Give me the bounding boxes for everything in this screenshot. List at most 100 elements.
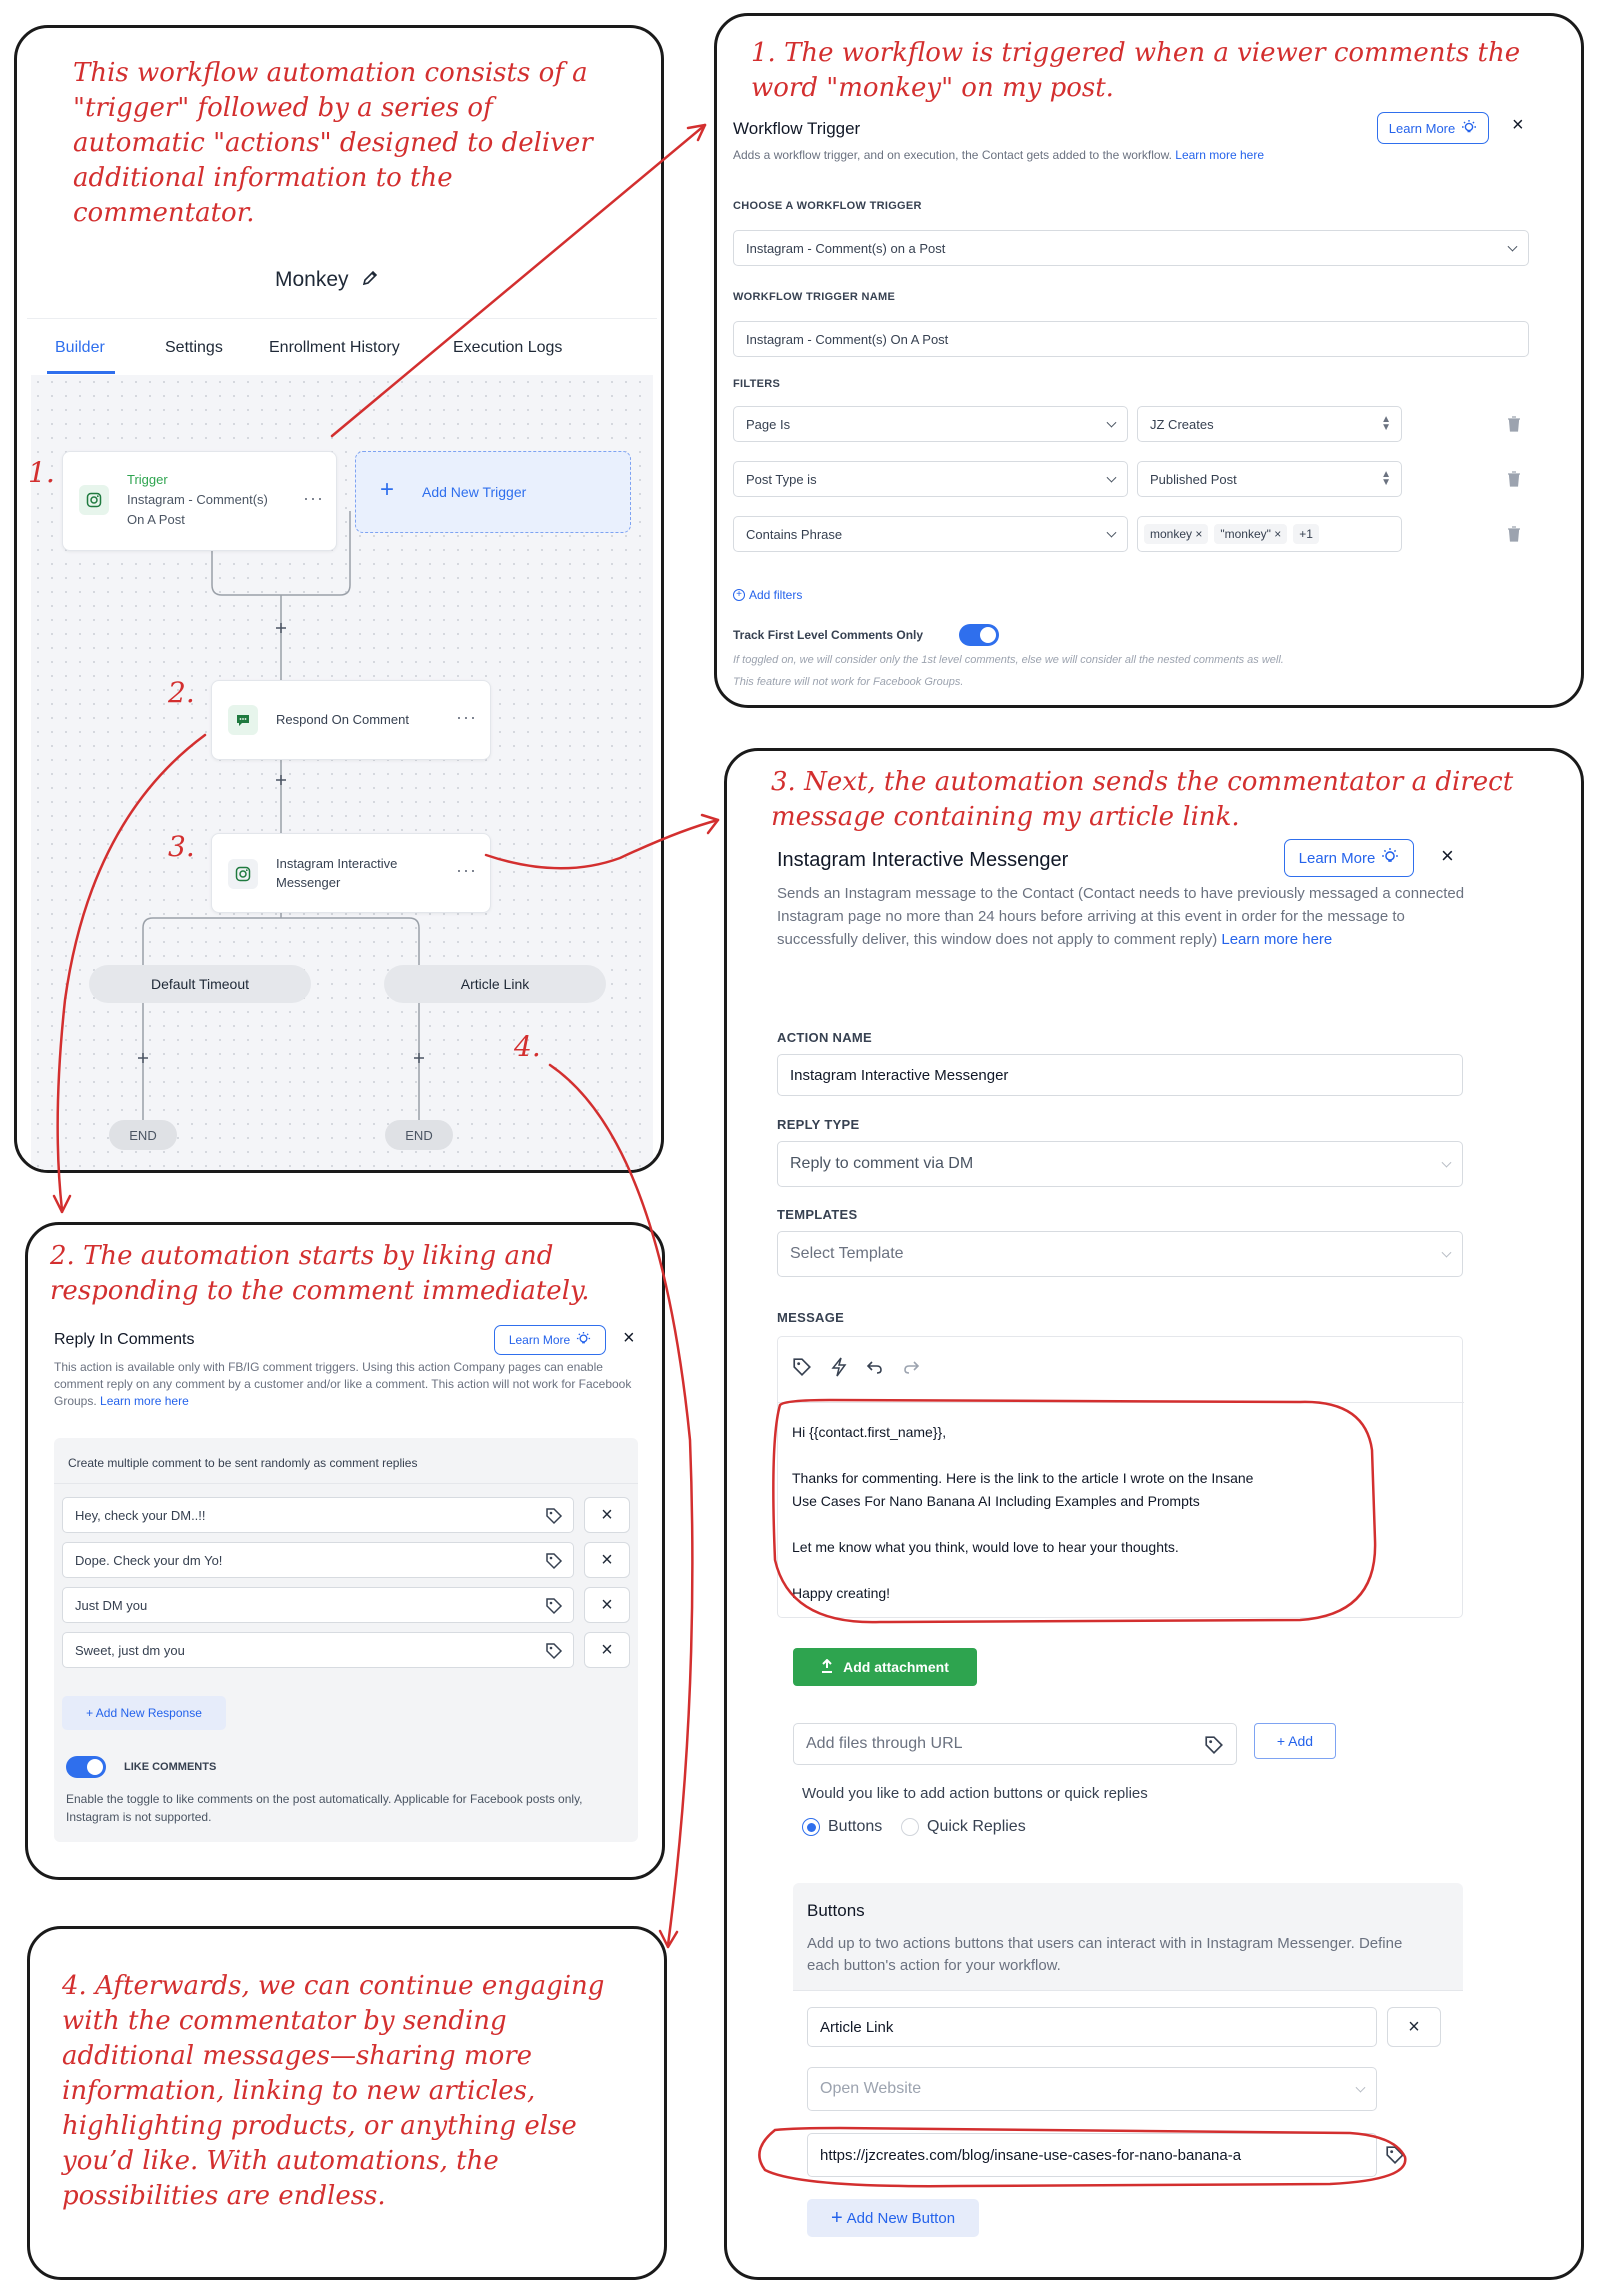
filter-value-post-type[interactable]: Published Post ▲ ▼ bbox=[1137, 461, 1402, 497]
responses-box: Create multiple comment to be sent rando… bbox=[54, 1438, 638, 1842]
respond-on-comment-node[interactable]: Respond On Comment ··· bbox=[211, 680, 491, 760]
response-input[interactable]: Hey, check your DM..!! bbox=[62, 1497, 574, 1533]
url-add-button[interactable]: + Add bbox=[1254, 1723, 1336, 1759]
reply-type-select[interactable]: Reply to comment via DM bbox=[777, 1141, 1463, 1187]
more-icon[interactable]: ··· bbox=[456, 860, 477, 881]
filter-field-contains[interactable]: Contains Phrase bbox=[733, 516, 1128, 552]
learn-more-button[interactable]: Learn More bbox=[494, 1325, 606, 1355]
redo-icon[interactable] bbox=[902, 1358, 920, 1381]
responses-box-header: Create multiple comment to be sent rando… bbox=[54, 1438, 638, 1484]
filter-field-page-value: Page Is bbox=[746, 416, 791, 432]
instagram-messenger-node[interactable]: Instagram Interactive Messenger ··· bbox=[211, 833, 491, 913]
message-line: Use Cases For Nano Banana AI Including E… bbox=[792, 1493, 1200, 1509]
url-input[interactable]: Add files through URL bbox=[793, 1723, 1237, 1765]
more-icon[interactable]: ··· bbox=[456, 707, 477, 728]
like-comments-toggle[interactable] bbox=[66, 1756, 106, 1778]
tag-more[interactable]: +1 bbox=[1293, 524, 1319, 544]
lightning-icon[interactable] bbox=[830, 1357, 848, 1382]
message-line: Thanks for commenting. Here is the link … bbox=[792, 1470, 1254, 1486]
filter-value-contains[interactable]: monkey × "monkey" × +1 bbox=[1137, 516, 1402, 552]
add-attachment-button[interactable]: Add attachment bbox=[793, 1648, 977, 1686]
radio-quick-replies[interactable]: Quick Replies bbox=[901, 1818, 1026, 1836]
response-input[interactable]: Just DM you bbox=[62, 1587, 574, 1623]
branch-article-link[interactable]: Article Link bbox=[384, 965, 606, 1003]
track-first-level-toggle[interactable] bbox=[959, 624, 999, 646]
button-action-value: Open Website bbox=[820, 2080, 922, 2097]
tab-execution-logs[interactable]: Execution Logs bbox=[453, 339, 562, 357]
response-text: Dope. Check your dm Yo! bbox=[75, 1552, 223, 1568]
tab-enrollment-history[interactable]: Enrollment History bbox=[269, 339, 400, 357]
branch-default-timeout[interactable]: Default Timeout bbox=[89, 965, 311, 1003]
trigger-card[interactable]: Trigger Instagram - Comment(s) On A Post… bbox=[62, 451, 337, 551]
tab-builder[interactable]: Builder bbox=[55, 339, 105, 357]
remove-response-button[interactable]: × bbox=[584, 1497, 630, 1533]
remove-response-button[interactable]: × bbox=[584, 1587, 630, 1623]
tag-icon[interactable] bbox=[1385, 2145, 1405, 2170]
button-action-select[interactable]: Open Website bbox=[807, 2067, 1377, 2111]
more-icon[interactable]: ··· bbox=[303, 488, 324, 509]
pencil-icon[interactable] bbox=[361, 269, 379, 292]
tag-icon[interactable] bbox=[545, 1642, 563, 1663]
trigger-panel: 1. The workflow is triggered when a view… bbox=[714, 13, 1584, 708]
chevron-down-icon bbox=[1355, 2082, 1366, 2093]
reply-panel: 2. The automation starts by liking and r… bbox=[25, 1222, 665, 1880]
buttons-inner: Article Link × Open Website https://jzcr… bbox=[793, 1990, 1463, 2273]
filter-field-post-type[interactable]: Post Type is bbox=[733, 461, 1128, 497]
tab-settings[interactable]: Settings bbox=[165, 339, 223, 357]
tag-icon[interactable] bbox=[545, 1597, 563, 1618]
message-line: Let me know what you think, would love t… bbox=[792, 1539, 1179, 1555]
trash-icon[interactable] bbox=[1507, 416, 1521, 432]
learn-more-button[interactable]: Learn More bbox=[1284, 839, 1414, 877]
tag-icon[interactable] bbox=[792, 1357, 812, 1382]
button-name-input[interactable]: Article Link bbox=[807, 2007, 1377, 2047]
step4-panel: 4. Afterwards, we can continue engaging … bbox=[27, 1926, 667, 2280]
buttons-desc: Add up to two actions buttons that users… bbox=[807, 1935, 1403, 1974]
tag-icon[interactable] bbox=[545, 1507, 563, 1528]
learn-more-label: Learn More bbox=[508, 1333, 571, 1347]
instagram-icon bbox=[79, 485, 109, 515]
learn-more-label: Learn More bbox=[1388, 120, 1456, 136]
trigger-desc-link[interactable]: Learn more here bbox=[1175, 148, 1264, 162]
tag-chip[interactable]: "monkey" × bbox=[1214, 524, 1288, 544]
marker-1: 1. bbox=[28, 456, 55, 489]
templates-select[interactable]: Select Template bbox=[777, 1231, 1463, 1277]
message-editor[interactable]: Hi {{contact.first_name}}, Thanks for co… bbox=[777, 1336, 1464, 1618]
filter-value-page[interactable]: JZ Creates ▲ ▼ bbox=[1137, 406, 1402, 442]
add-new-response-button[interactable]: + Add New Response bbox=[62, 1696, 226, 1730]
close-icon[interactable]: × bbox=[623, 1327, 635, 1350]
trigger-name-input[interactable]: Instagram - Comment(s) On A Post bbox=[733, 321, 1529, 357]
builder-panel: This workflow automation consists of a "… bbox=[14, 25, 664, 1173]
add-new-button[interactable]: + Add New Button bbox=[807, 2199, 979, 2237]
filter-field-post-type-value: Post Type is bbox=[746, 471, 817, 487]
response-input[interactable]: Sweet, just dm you bbox=[62, 1632, 574, 1668]
remove-response-button[interactable]: × bbox=[584, 1542, 630, 1578]
add-filters-link[interactable]: + Add filters bbox=[733, 588, 802, 602]
tag-chip[interactable]: monkey × bbox=[1144, 524, 1209, 544]
response-input[interactable]: Dope. Check your dm Yo! bbox=[62, 1542, 574, 1578]
trash-icon[interactable] bbox=[1507, 471, 1521, 487]
remove-response-button[interactable]: × bbox=[584, 1632, 630, 1668]
radio-buttons[interactable]: Buttons bbox=[802, 1818, 882, 1836]
choose-trigger-select[interactable]: Instagram - Comment(s) on a Post bbox=[733, 230, 1529, 266]
learn-more-button[interactable]: Learn More bbox=[1377, 112, 1489, 144]
filter-field-page[interactable]: Page Is bbox=[733, 406, 1128, 442]
close-icon[interactable]: × bbox=[1512, 114, 1524, 137]
upload-icon bbox=[821, 1658, 833, 1676]
reply-type-value: Reply to comment via DM bbox=[790, 1155, 974, 1172]
step1-note: 1. The workflow is triggered when a view… bbox=[751, 38, 1521, 103]
close-icon[interactable]: × bbox=[1441, 843, 1454, 869]
messenger-node-line2: Messenger bbox=[276, 875, 341, 890]
undo-icon[interactable] bbox=[866, 1358, 884, 1381]
button-url-input[interactable]: https://jzcreates.com/blog/insane-use-ca… bbox=[807, 2133, 1377, 2177]
tag-icon[interactable] bbox=[545, 1552, 563, 1573]
add-new-trigger[interactable]: + Add New Trigger bbox=[355, 451, 631, 533]
action-name-input[interactable]: Instagram Interactive Messenger bbox=[777, 1054, 1463, 1096]
reply-desc-link[interactable]: Learn more here bbox=[100, 1394, 189, 1408]
remove-button-button[interactable]: × bbox=[1387, 2007, 1441, 2047]
templates-placeholder: Select Template bbox=[790, 1245, 904, 1262]
message-label: MESSAGE bbox=[777, 1310, 845, 1325]
buttons-title: Buttons bbox=[807, 1901, 865, 1920]
messenger-desc-link[interactable]: Learn more here bbox=[1221, 931, 1332, 948]
tag-icon[interactable] bbox=[1204, 1735, 1224, 1760]
trash-icon[interactable] bbox=[1507, 526, 1521, 542]
